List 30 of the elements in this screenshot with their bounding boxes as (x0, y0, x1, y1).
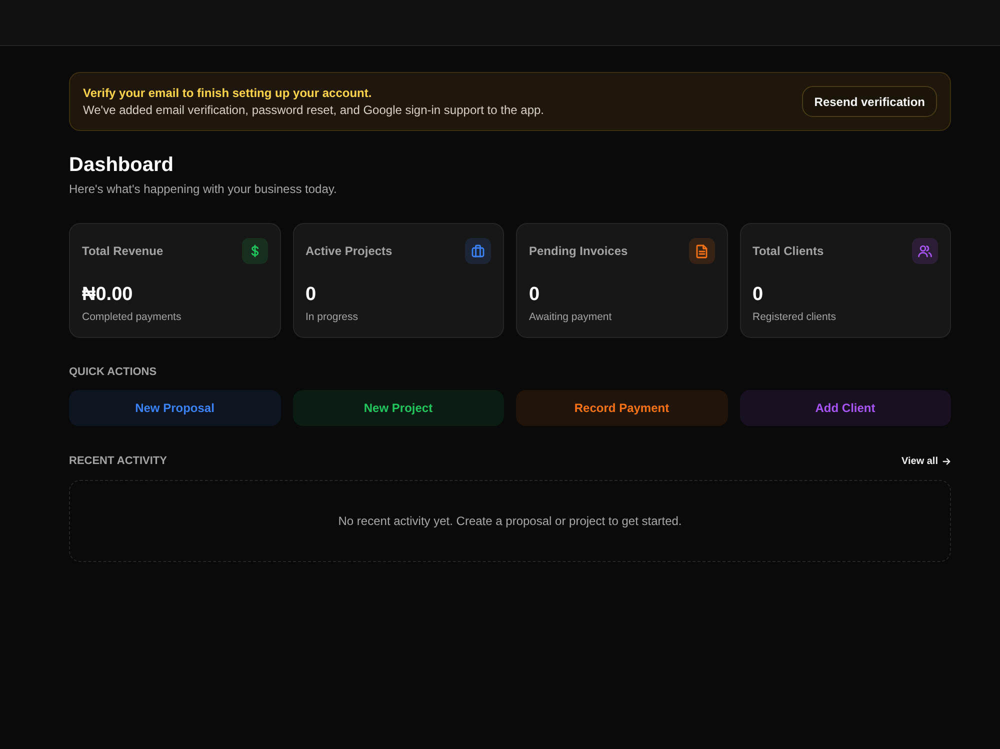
users-icon (912, 238, 938, 264)
stat-label: Total Revenue (82, 244, 164, 258)
view-all-link[interactable]: View all (901, 456, 951, 466)
stat-caption: Completed payments (82, 311, 182, 324)
stat-value: 0 (306, 284, 318, 306)
stat-value: ₦0.00 (82, 284, 134, 306)
stat-label: Total Clients (752, 244, 824, 258)
quick-action-button[interactable]: Add Client (740, 390, 951, 426)
quick-action-button[interactable]: New Proposal (69, 390, 280, 426)
section-heading: QUICK ACTIONS (69, 365, 158, 379)
empty-state-message: No recent activity yet. Create a proposal or project to get started. (338, 514, 682, 528)
stat-label: Active Projects (306, 244, 392, 258)
resend-verification-button[interactable]: Resend verification (802, 86, 937, 117)
page-subtitle: Here's what's happening with your business today. (69, 182, 338, 197)
page-title: Dashboard (69, 153, 174, 177)
stat-caption: In progress (306, 311, 360, 324)
quick-action-button[interactable]: New Project (292, 390, 504, 426)
section-heading: RECENT ACTIVITY (69, 454, 167, 468)
quick-action-button[interactable]: Record Payment (516, 390, 728, 426)
document-icon (688, 238, 714, 264)
stat-caption: Registered clients (752, 311, 837, 324)
stat-value: 0 (752, 284, 764, 306)
banner-message: We've added email verification, password reset, and Google sign-in support to the app. (83, 103, 544, 117)
stat-value: 0 (529, 284, 541, 306)
stat-caption: Awaiting payment (529, 311, 613, 324)
stat-label: Pending Invoices (529, 244, 628, 258)
banner-title: Verify your email to finish setting up your account. (83, 86, 373, 100)
briefcase-icon (465, 238, 491, 264)
arrow-right-icon (942, 456, 951, 466)
dollar-icon (242, 238, 268, 264)
